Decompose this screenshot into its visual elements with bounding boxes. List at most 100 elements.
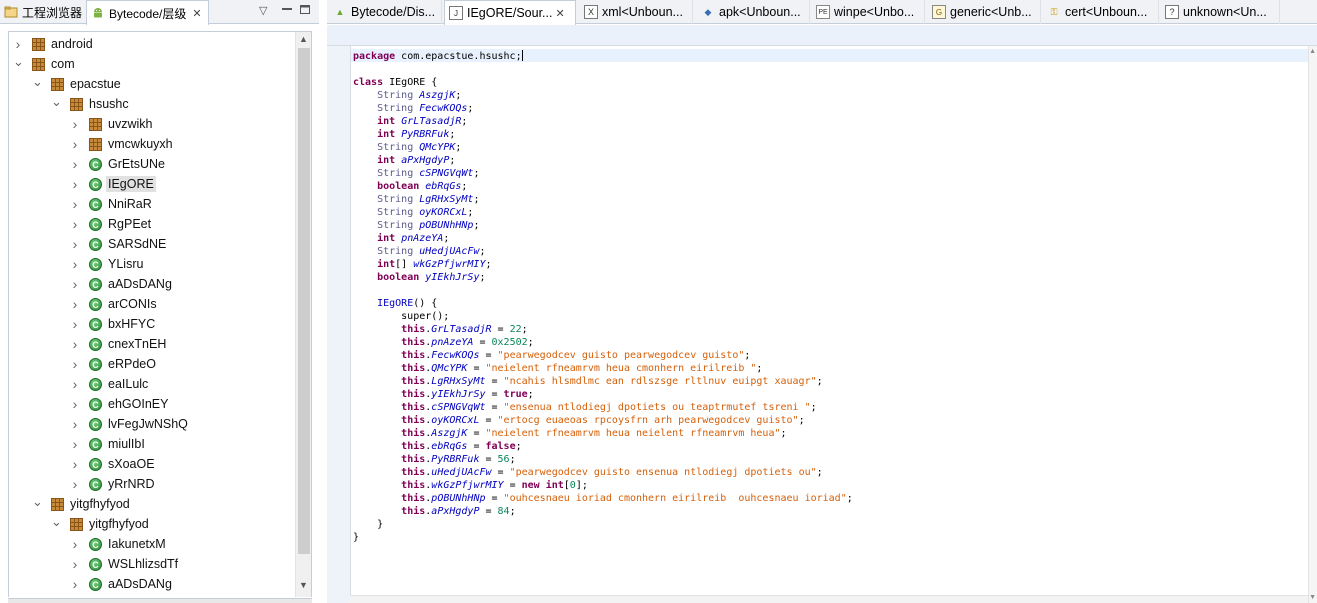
tree-package-node[interactable]: ⌄ com [9,54,295,74]
tree-package-node[interactable]: ⌄ yitgfhyfyod [9,514,295,534]
tree-node-label: hsushc [89,97,129,111]
editor-tab-apk[interactable]: ◆ apk<Unboun... [697,0,810,24]
tree-class-node[interactable]: › C IakunetxM [9,534,295,554]
tree-class-node[interactable]: › CaADsDANg [9,274,295,294]
expand-chevron-icon[interactable]: › [70,297,80,311]
code-token: aPxHgdyP [401,155,450,166]
expand-chevron-icon[interactable]: › [70,417,80,431]
expand-chevron-icon[interactable]: › [70,157,80,171]
expand-chevron-icon[interactable]: › [70,317,80,331]
tree-class-node[interactable]: › CcnexTnEH [9,334,295,354]
tab-bytecode-hierarchy[interactable]: Bytecode/层级 ✕ [86,0,209,25]
expand-chevron-icon[interactable]: › [70,477,80,491]
scroll-down-icon[interactable]: ▼ [299,580,308,590]
source-code[interactable]: package com.epacstue.hsushc; class IEgOR… [353,50,853,544]
editor-horizontal-scrollbar[interactable] [350,595,1308,603]
collapse-chevron-icon[interactable]: ⌄ [51,515,62,529]
tree-class-node[interactable]: › CsXoaOE [9,454,295,474]
editor-tab-unk[interactable]: ? unknown<Un... [1161,0,1280,24]
tree-class-node[interactable]: › CeaILulc [9,374,295,394]
minimize-icon[interactable] [281,4,293,17]
tree-package-node[interactable]: ⌄ epacstue [9,74,295,94]
tree-package-node[interactable]: › vmcwkuyxh [9,134,295,154]
code-token: = [485,376,504,387]
pe-file-icon: PE [816,5,830,19]
code-token: int [377,233,396,244]
code-token: ; [461,181,468,192]
expand-chevron-icon[interactable]: › [70,257,80,271]
package-tree[interactable]: › android ⌄ com ⌄ epacstue ⌄ hsushc › uvzwikh › vmc… [8,31,312,597]
close-icon[interactable]: ✕ [555,7,564,20]
editor-tab-pe[interactable]: PE winpe<Unbo... [812,0,925,24]
collapse-chevron-icon[interactable]: ⌄ [13,55,24,69]
expand-chevron-icon[interactable]: › [70,377,80,391]
tree-class-node[interactable]: › C RgPEet [9,214,295,234]
expand-chevron-icon[interactable]: › [70,117,80,131]
tree-class-node[interactable]: › CbxHFYC [9,314,295,334]
editor-tab-gen[interactable]: Ggeneric<Unb... [928,0,1041,24]
tree-class-node[interactable]: › CarCONIs [9,294,295,314]
expand-chevron-icon[interactable]: › [70,557,80,571]
expand-chevron-icon[interactable]: › [70,457,80,471]
editor-tab-xml[interactable]: Xxml<Unboun... [580,0,693,24]
expand-chevron-icon[interactable]: › [70,357,80,371]
tree-vertical-scrollbar[interactable]: ▲ ▼ [295,32,311,597]
collapse-chevron-icon[interactable]: ⌄ [32,75,43,89]
tree-class-node[interactable]: › C IEgORE [9,174,295,194]
code-line: this.uHedjUAcFw = "pearwegodcev guisto e… [353,466,853,479]
editor-vertical-scrollbar[interactable]: ▲ ▼ [1308,46,1317,603]
code-token: package [353,51,396,62]
scrollbar-thumb[interactable] [298,48,310,554]
scroll-up-icon[interactable]: ▲ [299,34,308,44]
code-token: [] [395,259,414,270]
editor-tab-android[interactable]: ▲ Bytecode/Dis... [329,0,442,24]
tree-horizontal-scrollbar[interactable] [8,598,312,603]
editor-tab-cert[interactable]: ⚿ cert<Unboun... [1043,0,1159,24]
expand-chevron-icon[interactable]: › [70,137,80,151]
tree-package-node[interactable]: ⌄ hsushc [9,94,295,114]
code-token: ; [455,142,462,153]
tree-class-node[interactable]: › C SARSdNE [9,234,295,254]
tree-node-label: cnexTnEH [108,337,167,351]
editor-tab-doc[interactable]: J IEgORE/Sour... ✕ [444,0,576,25]
collapse-chevron-icon[interactable]: ⌄ [32,495,43,509]
tree-class-node[interactable]: › CaADsDANg [9,574,295,594]
close-icon[interactable]: ✕ [192,7,201,20]
tree-class-node[interactable]: › CyRrNRD [9,474,295,494]
tree-class-node[interactable]: › C YLisru [9,254,295,274]
tree-class-node[interactable]: › C WSLhlizsdTf [9,554,295,574]
package-icon [70,518,83,531]
expand-chevron-icon[interactable]: › [70,437,80,451]
expand-chevron-icon[interactable]: › [70,537,80,551]
class-icon: C [89,578,102,591]
expand-chevron-icon[interactable]: › [70,237,80,251]
expand-chevron-icon[interactable]: › [70,337,80,351]
tree-class-node[interactable]: › ClvFegJwNShQ [9,414,295,434]
source-code-view[interactable]: package com.epacstue.hsushc; class IEgOR… [350,46,1308,603]
expand-chevron-icon[interactable]: › [70,397,80,411]
package-icon [89,138,102,151]
view-menu-icon[interactable]: ▽ [259,4,267,17]
tree-node-label: IakunetxM [108,537,166,551]
tree-class-node[interactable]: › CehGOInEY [9,394,295,414]
scroll-down-icon[interactable]: ▼ [1309,594,1316,601]
tree-package-node[interactable]: › android [9,34,295,54]
tree-package-node[interactable]: › uvzwikh [9,114,295,134]
tree-class-node[interactable]: › C NniRaR [9,194,295,214]
maximize-icon[interactable] [299,4,311,18]
expand-chevron-icon[interactable]: › [70,177,80,191]
tree-class-node[interactable]: › CeRPdeO [9,354,295,374]
expand-chevron-icon[interactable]: › [13,37,23,51]
expand-chevron-icon[interactable]: › [70,577,80,591]
expand-chevron-icon[interactable]: › [70,197,80,211]
collapse-chevron-icon[interactable]: ⌄ [51,95,62,109]
expand-chevron-icon[interactable]: › [70,217,80,231]
expand-chevron-icon[interactable]: › [70,277,80,291]
tree-class-node[interactable]: › C GrEtsUNe [9,154,295,174]
scroll-up-icon[interactable]: ▲ [1309,48,1316,55]
tab-project-explorer[interactable]: 工程浏览器 [4,0,82,24]
code-token: this [401,376,426,387]
tree-class-node[interactable]: › CmiulIbI [9,434,295,454]
tree-package-node[interactable]: ⌄ yitgfhyfyod [9,494,295,514]
